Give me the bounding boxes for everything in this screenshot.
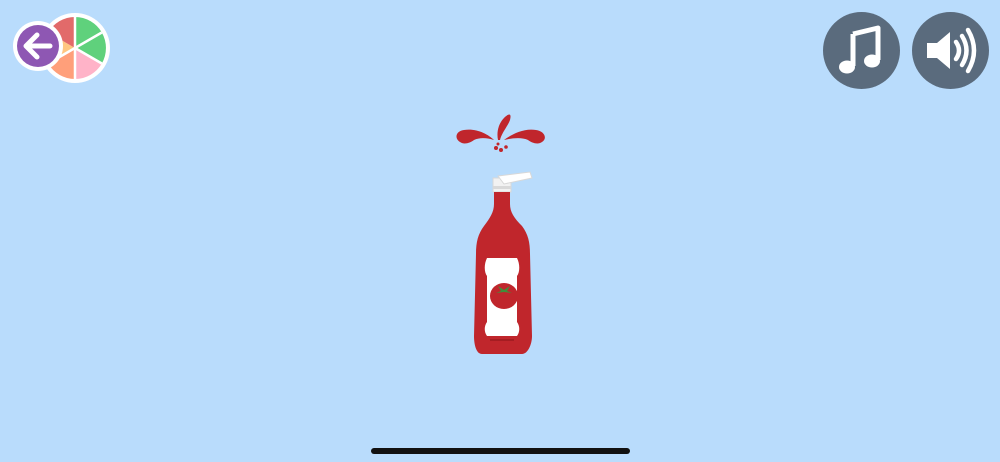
ketchup-splash-icon <box>456 114 545 152</box>
home-indicator[interactable] <box>371 448 630 454</box>
ketchup-bottle[interactable] <box>446 100 556 362</box>
bottle-cap <box>492 171 533 193</box>
music-note-icon <box>839 25 881 74</box>
tomato-icon <box>490 283 518 309</box>
back-and-palette-group <box>13 11 113 85</box>
speaker-volume-icon <box>927 27 977 74</box>
sound-toggle-button[interactable] <box>912 12 989 89</box>
music-toggle-button[interactable] <box>823 12 900 89</box>
back-button[interactable] <box>13 21 63 71</box>
game-canvas[interactable] <box>0 0 1000 462</box>
